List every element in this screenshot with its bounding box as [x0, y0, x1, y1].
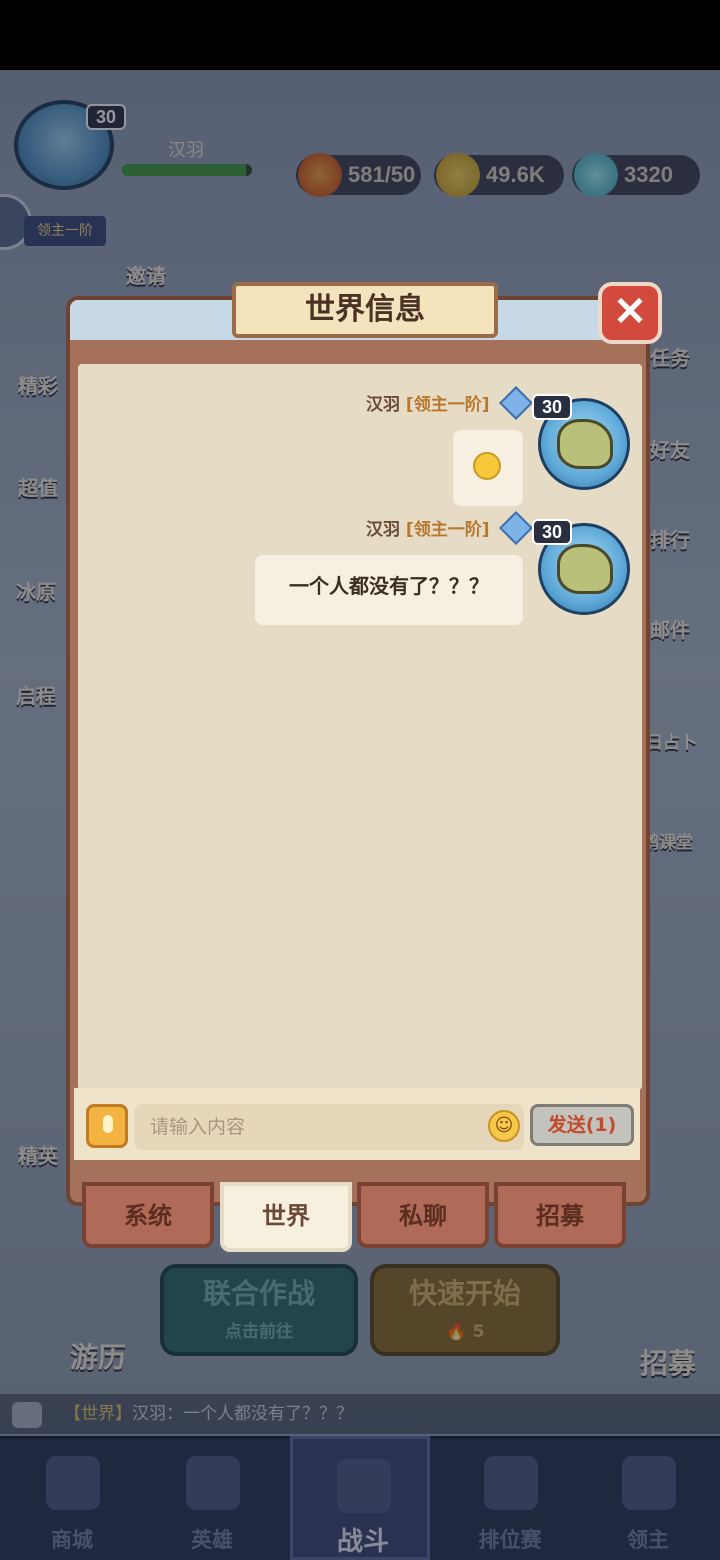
message-1-header: 汉羽 [领主一阶]	[366, 390, 489, 415]
microphone-icon[interactable]	[86, 1104, 128, 1148]
tab-private[interactable]: 私聊	[357, 1182, 489, 1248]
message-1-bubble	[453, 430, 523, 506]
status-bar	[0, 0, 720, 70]
dino-head-icon	[557, 544, 613, 594]
tab-world[interactable]: 世界	[220, 1182, 352, 1252]
message-2-sender: 汉羽	[366, 520, 400, 540]
message-2-bubble: 一个人都没有了？？？	[255, 555, 523, 625]
chat-text-input[interactable]	[134, 1104, 524, 1150]
modal-title: 世界信息	[232, 282, 498, 338]
message-2-level: 30	[532, 519, 572, 545]
message-1-rank: [领主一阶]	[405, 395, 490, 415]
message-1-sender: 汉羽	[366, 395, 400, 415]
dino-head-icon	[557, 419, 613, 469]
message-1-level: 30	[532, 394, 572, 420]
flushed-face-emoji-icon	[473, 452, 501, 480]
send-button[interactable]: 发送(1)	[530, 1104, 634, 1146]
close-button[interactable]: ✕	[598, 282, 662, 344]
message-2-rank: [领主一阶]	[405, 520, 490, 540]
emoji-picker-icon[interactable]: ☺	[488, 1110, 520, 1142]
tab-recruit[interactable]: 招募	[494, 1182, 626, 1248]
tab-system[interactable]: 系统	[82, 1182, 214, 1248]
message-2-header: 汉羽 [领主一阶]	[366, 515, 489, 540]
